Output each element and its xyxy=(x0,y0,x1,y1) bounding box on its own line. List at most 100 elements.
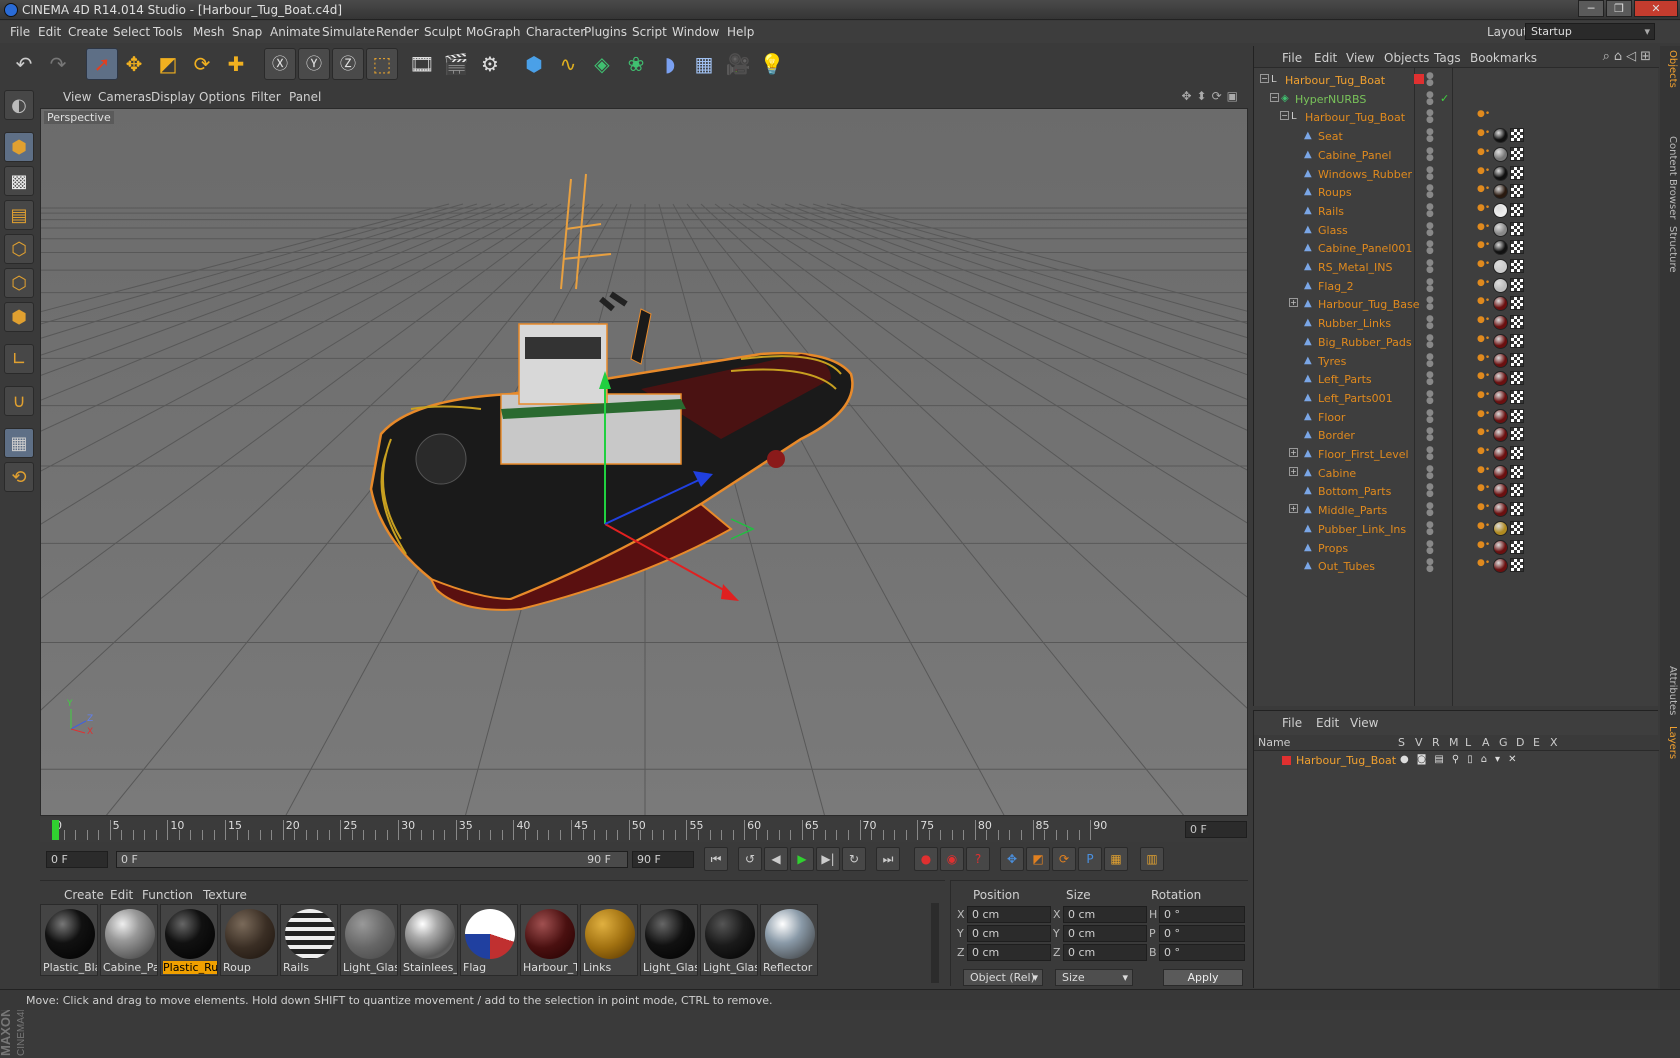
side-tab-attributes[interactable]: Attributes xyxy=(1662,666,1678,715)
material-tag-icon[interactable] xyxy=(1493,296,1508,312)
menu-render[interactable]: Render xyxy=(376,25,419,39)
material-tag-icon[interactable] xyxy=(1493,539,1508,555)
layer-column-a[interactable]: A xyxy=(1482,736,1490,749)
expand-icon[interactable]: + xyxy=(1289,448,1298,457)
material-swatch[interactable]: Rails xyxy=(280,904,338,976)
enabled-check-icon[interactable]: ✓ xyxy=(1440,92,1449,105)
texture-tag-icon[interactable] xyxy=(1510,240,1524,255)
menu-animate[interactable]: Animate xyxy=(270,25,320,39)
phong-tag-icon[interactable]: ●• xyxy=(1477,166,1491,181)
size-mode-dropdown[interactable]: Size xyxy=(1055,969,1133,986)
material-tag-icon[interactable] xyxy=(1493,558,1508,574)
material-tag-icon[interactable] xyxy=(1493,408,1508,424)
layer-column-m[interactable]: M xyxy=(1449,736,1459,749)
autokey-icon[interactable]: ◉ xyxy=(940,847,964,871)
menu-mesh[interactable]: Mesh xyxy=(193,25,225,39)
next-key-icon[interactable]: ↻ xyxy=(842,847,866,871)
array-mograph-icon[interactable]: ❀ xyxy=(620,48,652,80)
coordinate-mode-dropdown[interactable]: Object (Rel) xyxy=(963,969,1043,986)
object-row[interactable]: + ▲ Middle_Parts ● ● ●• xyxy=(1254,500,1659,520)
object-row[interactable]: + ▲ Harbour_Tug_Base ● ● ●• xyxy=(1254,294,1659,314)
visibility-dots[interactable]: ● ● xyxy=(1426,109,1435,125)
frame-range-slider[interactable]: 0 F 90 F xyxy=(116,851,628,868)
position-field[interactable]: 0 cm xyxy=(967,906,1051,923)
menu-create[interactable]: Create xyxy=(68,25,108,39)
viewport-menu-filter[interactable]: Filter xyxy=(251,90,281,104)
workplane-mode-icon[interactable]: ▤ xyxy=(4,200,34,230)
phong-tag-icon[interactable]: ●• xyxy=(1477,540,1491,555)
texture-tag-icon[interactable] xyxy=(1510,165,1524,180)
phong-tag-icon[interactable]: ●• xyxy=(1477,278,1491,293)
side-tab-content-browser[interactable]: Content Browser xyxy=(1662,136,1678,219)
phong-tag-icon[interactable]: ●• xyxy=(1477,390,1491,405)
object-manager-toolbar-icons[interactable]: ⌕⌂◁⊞ xyxy=(1603,49,1655,64)
material-tag-icon[interactable] xyxy=(1493,389,1508,405)
layer-column-r[interactable]: R xyxy=(1432,736,1440,749)
material-tag-icon[interactable] xyxy=(1493,333,1508,349)
minimize-icon[interactable]: ─ xyxy=(1578,0,1604,17)
object-row[interactable]: ▲ Flag_2 ● ● ●• xyxy=(1254,276,1659,296)
visibility-dots[interactable]: ● ● xyxy=(1426,502,1435,518)
layer-column-s[interactable]: S xyxy=(1398,736,1405,749)
viewport-menu-view[interactable]: View xyxy=(63,90,91,104)
material-tag-icon[interactable] xyxy=(1493,483,1508,499)
material-tag-icon[interactable] xyxy=(1493,221,1508,237)
collapse-icon[interactable]: − xyxy=(1270,92,1279,102)
menu-select[interactable]: Select xyxy=(113,25,150,39)
texture-tag-icon[interactable] xyxy=(1510,259,1524,273)
phong-tag-icon[interactable]: ●• xyxy=(1477,409,1491,424)
phong-tag-icon[interactable]: ●• xyxy=(1477,147,1491,162)
viewport-menu-display[interactable]: Display xyxy=(151,90,195,104)
menu-help[interactable]: Help xyxy=(727,25,754,39)
object-row[interactable]: ▲ Roups ● ● ●• xyxy=(1254,182,1659,202)
material-menu-function[interactable]: Function xyxy=(142,888,193,902)
visibility-dots[interactable]: ● ● xyxy=(1426,72,1435,88)
render-view-icon[interactable]: 🎞 xyxy=(406,48,438,80)
menu-character[interactable]: Character xyxy=(526,25,585,39)
visibility-dots[interactable]: ● ● xyxy=(1426,165,1435,181)
menu-tools[interactable]: Tools xyxy=(153,25,183,39)
material-tag-icon[interactable] xyxy=(1493,184,1508,200)
phong-tag-icon[interactable]: ●• xyxy=(1477,446,1491,461)
layer-menu-edit[interactable]: Edit xyxy=(1316,716,1339,730)
object-menu-file[interactable]: File xyxy=(1282,51,1302,65)
object-row[interactable]: ▲ Windows_Rubber ● ● ●• xyxy=(1254,164,1659,184)
visibility-dots[interactable]: ● ● xyxy=(1426,558,1435,574)
phong-tag-icon[interactable]: ●• xyxy=(1477,315,1491,330)
material-swatch[interactable]: Light_Glass xyxy=(700,904,758,976)
visibility-dots[interactable]: ● ● xyxy=(1426,408,1435,424)
object-menu-edit[interactable]: Edit xyxy=(1314,51,1337,65)
menu-plugins[interactable]: Plugins xyxy=(584,25,627,39)
phong-tag-icon[interactable]: ●• xyxy=(1477,353,1491,368)
material-tag-icon[interactable] xyxy=(1493,315,1508,331)
phong-tag-icon[interactable]: ●• xyxy=(1477,558,1491,573)
visibility-dots[interactable]: ● ● xyxy=(1426,333,1435,349)
texture-tag-icon[interactable] xyxy=(1510,502,1524,517)
collapse-icon[interactable]: − xyxy=(1260,74,1269,83)
material-menu-edit[interactable]: Edit xyxy=(110,888,133,902)
camera-icon[interactable]: 🎥 xyxy=(722,48,754,80)
size-field[interactable]: 0 cm xyxy=(1063,944,1147,961)
object-row[interactable]: ▲ Rubber_Links ● ● ●• xyxy=(1254,313,1659,333)
phong-tag-icon[interactable]: ●• xyxy=(1477,427,1491,442)
rotate-tool-icon[interactable]: ⟳ xyxy=(186,48,218,80)
object-row[interactable]: − L Harbour_Tug_Boat ● ● ●• xyxy=(1254,107,1659,127)
material-swatch[interactable]: Stainlees_S xyxy=(400,904,458,976)
edges-mode-icon[interactable]: ⬡ xyxy=(4,268,34,298)
material-tag-icon[interactable] xyxy=(1493,128,1508,144)
visibility-dots[interactable]: ● ● xyxy=(1426,221,1435,237)
z-axis-lock-icon[interactable]: Ⓩ xyxy=(332,48,364,80)
floor-scene-icon[interactable]: ▦ xyxy=(688,48,720,80)
live-selection-icon[interactable]: ➚ xyxy=(86,48,118,80)
object-row[interactable]: ▲ Big_Rubber_Pads ● ● ●• xyxy=(1254,332,1659,352)
spline-pen-icon[interactable]: ∿ xyxy=(552,48,584,80)
key-pla-icon[interactable]: ▦ xyxy=(1104,847,1128,871)
menu-mograph[interactable]: MoGraph xyxy=(466,25,521,39)
texture-tag-icon[interactable] xyxy=(1510,464,1524,479)
object-menu-view[interactable]: View xyxy=(1346,51,1374,65)
phong-tag-icon[interactable]: ●• xyxy=(1477,502,1491,517)
material-tag-icon[interactable] xyxy=(1493,371,1508,387)
lock-workplane-icon[interactable]: ⟲ xyxy=(4,462,34,492)
viewport-menu-panel[interactable]: Panel xyxy=(289,90,321,104)
texture-tag-icon[interactable] xyxy=(1510,202,1524,217)
